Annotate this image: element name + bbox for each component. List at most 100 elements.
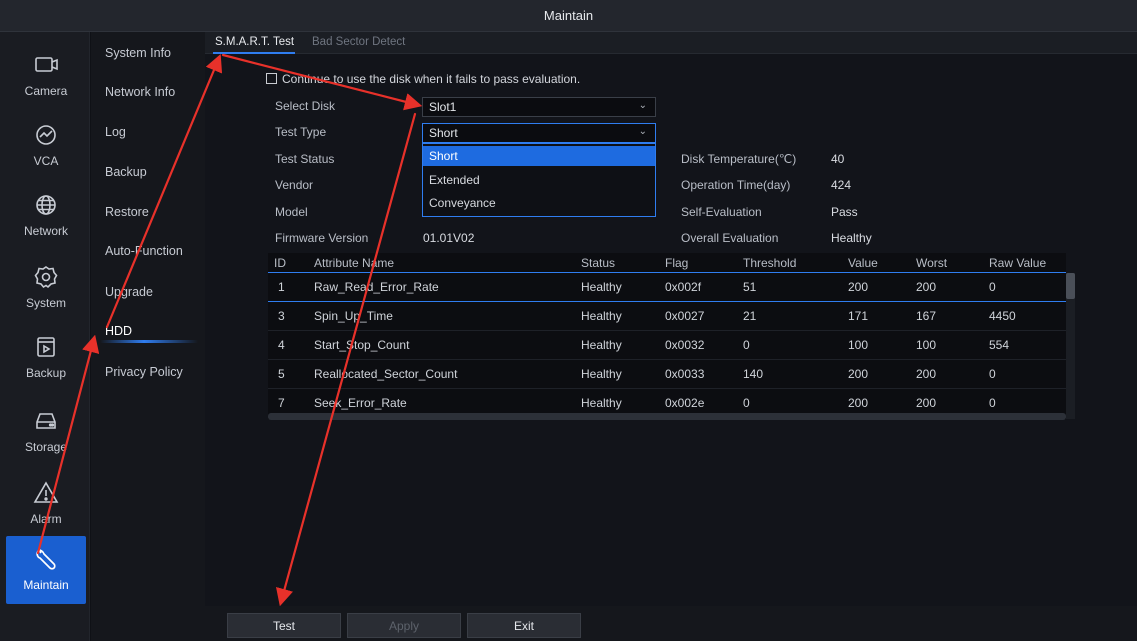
cell-value: 200 — [848, 280, 869, 294]
window-title: Maintain — [543, 8, 594, 23]
nav-item-camera[interactable]: Camera — [6, 42, 86, 110]
alarm-icon — [33, 481, 59, 503]
cell-raw-value: 0 — [989, 396, 996, 410]
bottom-action-bar — [205, 606, 1137, 641]
table-row[interactable]: 1 Raw_Read_Error_Rate Healthy 0x002f 51 … — [268, 273, 1066, 302]
apply-button[interactable]: Apply — [347, 613, 461, 638]
test-status-label: Test Status — [275, 152, 335, 166]
backup-icon — [37, 337, 55, 357]
nav-label: Backup — [25, 366, 67, 380]
submenu-item-upgrade[interactable]: Upgrade — [105, 285, 153, 299]
table-scroll-thumb[interactable] — [1066, 273, 1075, 299]
table-row[interactable]: 3 Spin_Up_Time Healthy 0x0027 21 171 167… — [268, 302, 1066, 331]
disk-temperature-value: 40 — [831, 152, 845, 166]
self-evaluation-label: Self-Evaluation — [681, 205, 762, 219]
nav-item-network[interactable]: Network — [6, 182, 86, 250]
nav-item-maintain[interactable]: Maintain — [6, 536, 86, 604]
submenu-item-system-info[interactable]: System Info — [105, 46, 171, 60]
cell-status: Healthy — [581, 309, 622, 323]
maintain-submenu: System Info Network Info Log Backup Rest… — [91, 32, 205, 641]
cell-id: 4 — [278, 338, 285, 352]
cell-worst: 200 — [916, 280, 937, 294]
nav-label: Alarm — [30, 512, 62, 526]
vca-icon — [36, 125, 56, 145]
table-row[interactable]: 5 Reallocated_Sector_Count Healthy 0x003… — [268, 360, 1066, 389]
header-worst: Worst — [916, 256, 948, 270]
header-id: ID — [274, 256, 286, 270]
nav-item-alarm[interactable]: Alarm — [6, 470, 86, 538]
cell-threshold: 140 — [743, 367, 764, 381]
table-header: ID Attribute Name Status Flag Threshold … — [268, 253, 1066, 273]
nav-item-backup[interactable]: Backup — [6, 324, 86, 392]
nav-label: Camera — [24, 84, 68, 98]
submenu-item-hdd[interactable]: HDD — [105, 324, 132, 338]
nav-item-storage[interactable]: Storage — [6, 398, 86, 466]
nav-item-system[interactable]: System — [6, 254, 86, 322]
cell-id: 3 — [278, 309, 285, 323]
exit-button[interactable]: Exit — [467, 613, 581, 638]
firmware-label: Firmware Version — [275, 231, 369, 245]
cell-attribute-name: Raw_Read_Error_Rate — [314, 280, 439, 294]
submenu-item-privacy-policy[interactable]: Privacy Policy — [105, 365, 183, 379]
gear-icon — [34, 266, 58, 289]
tab-bad-sector-detect[interactable]: Bad Sector Detect — [312, 36, 405, 48]
cell-raw-value: 0 — [989, 367, 996, 381]
nav-label: Storage — [24, 440, 68, 454]
cell-value: 100 — [848, 338, 869, 352]
cell-flag: 0x0032 — [665, 338, 705, 352]
cell-status: Healthy — [581, 338, 622, 352]
cell-value: 171 — [848, 309, 869, 323]
submenu-item-log[interactable]: Log — [105, 125, 126, 139]
test-button[interactable]: Test — [227, 613, 341, 638]
overall-evaluation-value: Healthy — [831, 231, 872, 245]
cell-threshold: 21 — [743, 309, 757, 323]
cell-value: 200 — [848, 396, 869, 410]
cell-attribute-name: Spin_Up_Time — [314, 309, 393, 323]
header-attribute-name: Attribute Name — [314, 256, 395, 270]
cell-threshold: 51 — [743, 280, 757, 294]
continue-disk-checkbox[interactable] — [266, 73, 277, 84]
header-threshold: Threshold — [743, 256, 797, 270]
test-type-dropdown[interactable]: Short ⌄ — [422, 123, 656, 143]
header-value: Value — [848, 256, 878, 270]
nav-label: System — [25, 296, 66, 310]
cell-status: Healthy — [581, 367, 622, 381]
cell-flag: 0x0033 — [665, 367, 705, 381]
model-label: Model — [275, 205, 308, 219]
select-disk-dropdown[interactable]: Slot1 ⌄ — [422, 97, 656, 117]
submenu-item-backup[interactable]: Backup — [105, 165, 147, 179]
option-extended[interactable]: Extended — [423, 170, 655, 190]
test-type-label: Test Type — [275, 125, 327, 139]
nav-item-vca[interactable]: VCA — [6, 112, 86, 180]
cell-worst: 200 — [916, 367, 937, 381]
submenu-item-restore[interactable]: Restore — [105, 205, 149, 219]
cell-worst: 200 — [916, 396, 937, 410]
submenu-item-network-info[interactable]: Network Info — [105, 85, 175, 99]
cell-id: 5 — [278, 367, 285, 381]
submenu-item-auto-function[interactable]: Auto-Function — [105, 244, 183, 258]
tab-bar: S.M.A.R.T. Test Bad Sector Detect — [205, 32, 1137, 54]
cell-value: 200 — [848, 367, 869, 381]
table-horizontal-scrollbar[interactable] — [268, 413, 1066, 420]
nav-label: VCA — [33, 154, 59, 168]
cell-raw-value: 0 — [989, 280, 996, 294]
cell-raw-value: 554 — [989, 338, 1010, 352]
test-type-options-list: Short Extended Conveyance — [422, 143, 656, 217]
camera-icon — [35, 57, 58, 72]
cell-flag: 0x0027 — [665, 309, 705, 323]
cell-worst: 100 — [916, 338, 937, 352]
cell-attribute-name: Seek_Error_Rate — [314, 396, 407, 410]
select-disk-label: Select Disk — [275, 99, 336, 113]
overall-evaluation-label: Overall Evaluation — [681, 231, 779, 245]
smart-attribute-table: ID Attribute Name Status Flag Threshold … — [268, 253, 1066, 419]
option-conveyance[interactable]: Conveyance — [423, 193, 655, 213]
select-disk-value: Slot1 — [429, 100, 457, 114]
cell-raw-value: 4450 — [989, 309, 1016, 323]
option-short[interactable]: Short — [423, 146, 655, 166]
cell-flag: 0x002f — [665, 280, 702, 294]
tab-smart-test[interactable]: S.M.A.R.T. Test — [215, 36, 294, 48]
header-flag: Flag — [665, 256, 689, 270]
test-type-value: Short — [429, 126, 458, 140]
table-row[interactable]: 4 Start_Stop_Count Healthy 0x0032 0 100 … — [268, 331, 1066, 360]
vendor-label: Vendor — [275, 178, 314, 192]
